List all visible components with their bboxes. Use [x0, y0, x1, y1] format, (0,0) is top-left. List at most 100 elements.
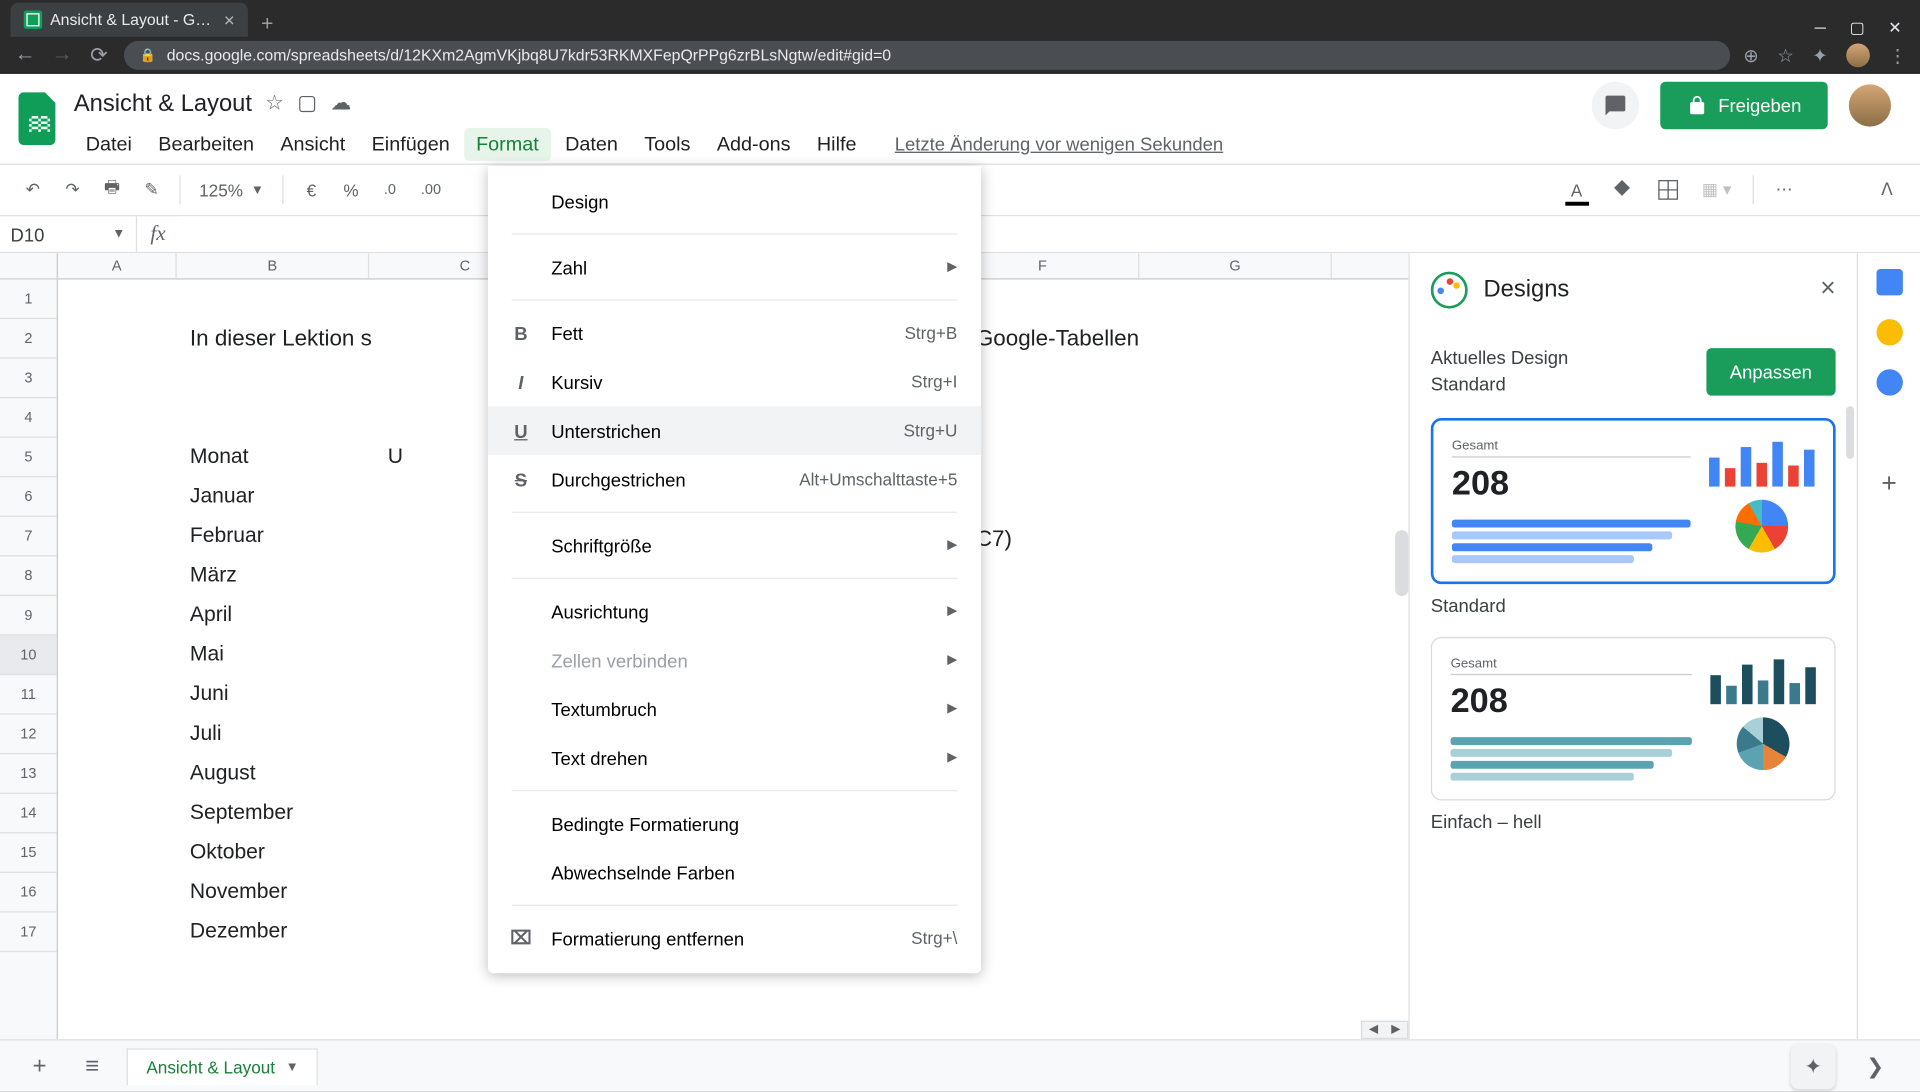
tab-close-icon[interactable]: ×: [224, 9, 235, 30]
forward-button[interactable]: →: [50, 44, 74, 68]
borders-button[interactable]: [1649, 171, 1686, 208]
menu-ansicht[interactable]: Ansicht: [268, 127, 357, 160]
increase-decimal-button[interactable]: .00: [413, 171, 449, 208]
last-edit-link[interactable]: Letzte Änderung vor wenigen Sekunden: [895, 133, 1223, 154]
redo-button[interactable]: ↷: [55, 171, 89, 208]
chrome-menu-icon[interactable]: ⋮: [1888, 44, 1906, 66]
format-menu-unterstrichen[interactable]: UUnterstrichenStrg+U: [488, 406, 981, 455]
document-title[interactable]: Ansicht & Layout: [74, 89, 252, 117]
row-header-1[interactable]: 1: [0, 280, 57, 320]
row-header-14[interactable]: 14: [0, 794, 57, 834]
zoom-selector[interactable]: 125% ▼: [191, 180, 272, 200]
row-header-15[interactable]: 15: [0, 833, 57, 873]
row-header-10[interactable]: 10: [0, 636, 57, 676]
account-avatar[interactable]: [1849, 84, 1891, 126]
new-tab-button[interactable]: +: [248, 13, 287, 37]
row-header-11[interactable]: 11: [0, 675, 57, 715]
undo-button[interactable]: ↶: [16, 171, 50, 208]
format-menu-formatierung-entfernen[interactable]: ⌧Formatierung entfernenStrg+\: [488, 914, 981, 963]
format-menu-bedingte-formatierung[interactable]: Bedingte Formatierung: [488, 799, 981, 848]
menu-einfügen[interactable]: Einfügen: [360, 127, 462, 160]
comments-button[interactable]: [1592, 82, 1639, 129]
theme-card-standard[interactable]: Gesamt208: [1431, 418, 1836, 584]
row-header-4[interactable]: 4: [0, 398, 57, 438]
horizontal-scroll-arrows[interactable]: ◀▶: [1361, 1021, 1408, 1039]
vertical-scrollbar[interactable]: [1395, 530, 1408, 596]
calendar-addon-icon[interactable]: [1876, 269, 1902, 295]
theme-card-einfach-hell[interactable]: Gesamt208: [1431, 637, 1836, 801]
tasks-addon-icon[interactable]: [1876, 369, 1902, 395]
format-menu-textumbruch[interactable]: Textumbruch▶: [488, 684, 981, 733]
format-menu-schriftgröße[interactable]: Schriftgröße▶: [488, 521, 981, 570]
browser-tab[interactable]: Ansicht & Layout - Google Tabel ×: [11, 3, 248, 37]
merge-cells-button[interactable]: ▦ ▾: [1694, 171, 1739, 208]
format-menu-abwechselnde-farben[interactable]: Abwechselnde Farben: [488, 848, 981, 897]
maximize-icon[interactable]: ▢: [1850, 18, 1865, 36]
sheet-tab-active[interactable]: Ansicht & Layout ▼: [127, 1048, 319, 1085]
menu-datei[interactable]: Datei: [74, 127, 144, 160]
row-header-7[interactable]: 7: [0, 517, 57, 557]
bookmark-icon[interactable]: ☆: [1777, 44, 1794, 66]
row-header-2[interactable]: 2: [0, 319, 57, 359]
row-header-9[interactable]: 9: [0, 596, 57, 636]
zoom-indicator-icon[interactable]: ⊕: [1743, 44, 1758, 66]
all-sheets-button[interactable]: ≡: [74, 1048, 111, 1085]
format-menu-kursiv[interactable]: IKursivStrg+I: [488, 357, 981, 406]
explore-button[interactable]: ✦: [1791, 1044, 1836, 1089]
menu-daten[interactable]: Daten: [553, 127, 630, 160]
cloud-status-icon[interactable]: ☁: [330, 90, 351, 116]
column-header-B[interactable]: B: [177, 253, 370, 278]
currency-button[interactable]: €: [294, 171, 328, 208]
menu-add-ons[interactable]: Add-ons: [705, 127, 802, 160]
row-header-16[interactable]: 16: [0, 873, 57, 913]
reload-button[interactable]: ⟳: [87, 42, 111, 68]
add-sheet-button[interactable]: +: [21, 1048, 58, 1085]
more-toolbar-button[interactable]: ⋯: [1767, 171, 1801, 208]
menu-format[interactable]: Format: [464, 127, 550, 160]
column-header-G[interactable]: G: [1139, 253, 1332, 278]
menu-hilfe[interactable]: Hilfe: [805, 127, 868, 160]
customize-button[interactable]: Anpassen: [1706, 348, 1836, 395]
row-header-17[interactable]: 17: [0, 913, 57, 953]
show-side-panel-button[interactable]: ❯: [1851, 1053, 1898, 1079]
menu-bearbeiten[interactable]: Bearbeiten: [146, 127, 265, 160]
keep-addon-icon[interactable]: [1876, 319, 1902, 345]
back-button[interactable]: ←: [13, 44, 37, 68]
format-menu-durchgestrichen[interactable]: SDurchgestrichenAlt+Umschalttaste+5: [488, 455, 981, 504]
decrease-decimal-button[interactable]: .0: [373, 171, 407, 208]
collapse-toolbar-button[interactable]: ᐱ: [1870, 171, 1904, 208]
row-header-12[interactable]: 12: [0, 715, 57, 755]
extensions-icon[interactable]: ✦: [1812, 44, 1827, 66]
name-box[interactable]: D10 ▼: [0, 216, 137, 252]
sheets-logo-icon[interactable]: [16, 87, 63, 150]
format-menu-zahl[interactable]: Zahl▶: [488, 243, 981, 292]
row-header-5[interactable]: 5: [0, 438, 57, 478]
close-panel-button[interactable]: ×: [1820, 274, 1835, 304]
row-header-13[interactable]: 13: [0, 754, 57, 794]
row-header-3[interactable]: 3: [0, 359, 57, 399]
menu-tools[interactable]: Tools: [632, 127, 702, 160]
column-header-A[interactable]: A: [58, 253, 177, 278]
profile-avatar-small[interactable]: [1846, 44, 1870, 68]
paint-format-button[interactable]: ✎: [135, 171, 169, 208]
move-icon[interactable]: ▢: [297, 90, 317, 116]
share-button[interactable]: Freigeben: [1660, 82, 1828, 129]
row-header-8[interactable]: 8: [0, 556, 57, 596]
print-button[interactable]: 🖶: [95, 171, 129, 208]
url-field[interactable]: 🔒 docs.google.com/spreadsheets/d/12KXm2A…: [124, 41, 1730, 70]
minimize-icon[interactable]: ─: [1815, 18, 1826, 36]
row-header-6[interactable]: 6: [0, 477, 57, 517]
add-addon-button[interactable]: +: [1881, 469, 1896, 499]
text-color-button[interactable]: A: [1559, 171, 1593, 208]
star-icon[interactable]: ☆: [265, 90, 284, 116]
panel-scrollbar[interactable]: [1846, 406, 1854, 459]
formula-input[interactable]: [179, 216, 1920, 252]
fill-color-button[interactable]: [1602, 171, 1642, 208]
chevron-down-icon[interactable]: ▼: [286, 1060, 299, 1075]
format-menu-design[interactable]: Design: [488, 177, 981, 226]
select-all-corner[interactable]: [0, 253, 58, 278]
format-menu-ausrichtung[interactable]: Ausrichtung▶: [488, 587, 981, 636]
close-window-icon[interactable]: ✕: [1888, 18, 1901, 36]
format-menu-fett[interactable]: BFettStrg+B: [488, 309, 981, 358]
format-menu-text-drehen[interactable]: Text drehen▶: [488, 733, 981, 782]
